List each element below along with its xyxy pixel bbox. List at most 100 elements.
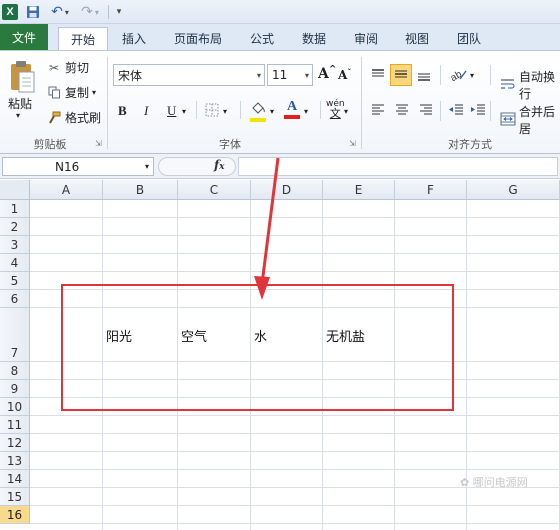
cell-d7[interactable]: 水 bbox=[254, 326, 267, 345]
merge-center-label: 合并后居 bbox=[519, 105, 556, 136]
font-size-select[interactable]: 11 ▾ bbox=[267, 64, 313, 86]
formula-input[interactable] bbox=[238, 157, 558, 176]
row-header-4[interactable]: 4 bbox=[0, 254, 30, 272]
undo-icon[interactable]: ↶ ▾ bbox=[48, 3, 72, 21]
decrease-indent-button[interactable] bbox=[448, 103, 464, 120]
column-header-c[interactable]: C bbox=[178, 180, 251, 200]
tab-formulas[interactable]: 公式 bbox=[242, 26, 282, 50]
row-header-7[interactable]: 7 bbox=[0, 308, 30, 362]
align-right-button[interactable] bbox=[418, 103, 434, 120]
row-header-13[interactable]: 13 bbox=[0, 452, 30, 470]
row-header-3[interactable]: 3 bbox=[0, 236, 30, 254]
row-header-5[interactable]: 5 bbox=[0, 272, 30, 290]
column-header-b[interactable]: B bbox=[103, 180, 178, 200]
tab-view[interactable]: 视图 bbox=[397, 26, 437, 50]
name-box-value: N16 bbox=[55, 159, 80, 174]
insert-function-icon[interactable]: fx bbox=[214, 158, 225, 172]
quick-access-toolbar: X ↶ ▾ ↷ ▾ ▾ bbox=[0, 0, 560, 24]
excel-window: X ↶ ▾ ↷ ▾ ▾ 文件 开始 插入 页面布局 公式 数据 审阅 视图 团队 粘… bbox=[0, 0, 560, 530]
phonetic-guide-button[interactable]: wén 文 bbox=[326, 99, 345, 119]
underline-dropdown-icon[interactable]: ▾ bbox=[182, 107, 186, 116]
align-top-button[interactable] bbox=[370, 68, 386, 85]
phonetic-guide-glyph: 文 bbox=[329, 107, 341, 120]
excel-app-icon[interactable]: X bbox=[2, 4, 18, 20]
font-color-swatch bbox=[284, 115, 300, 119]
clipboard-launcher-icon[interactable]: ⇲ bbox=[95, 139, 102, 148]
shrink-font-caret: ˇ bbox=[347, 66, 352, 77]
row-header-12[interactable]: 12 bbox=[0, 434, 30, 452]
row-header-9[interactable]: 9 bbox=[0, 380, 30, 398]
paste-dropdown-icon[interactable]: ▾ bbox=[16, 111, 20, 120]
chevron-down-icon: ▾ bbox=[304, 70, 309, 80]
customize-toolbar-icon[interactable]: ▾ bbox=[113, 3, 125, 21]
tab-file[interactable]: 文件 bbox=[0, 24, 48, 50]
phonetic-dropdown-icon[interactable]: ▾ bbox=[344, 107, 348, 116]
tab-team[interactable]: 团队 bbox=[449, 26, 489, 50]
paste-button[interactable]: 粘贴 bbox=[8, 95, 32, 112]
tab-data[interactable]: 数据 bbox=[294, 26, 334, 50]
shrink-font-button[interactable]: Aˇ bbox=[338, 66, 352, 83]
row-header-11[interactable]: 11 bbox=[0, 416, 30, 434]
fill-color-button[interactable] bbox=[250, 101, 266, 122]
italic-button[interactable]: I bbox=[144, 103, 148, 119]
tab-review[interactable]: 审阅 bbox=[346, 26, 386, 50]
align-bottom-button[interactable] bbox=[416, 68, 432, 85]
group-divider bbox=[440, 101, 441, 121]
row-header-6[interactable]: 6 bbox=[0, 290, 30, 308]
bold-button[interactable]: B bbox=[118, 103, 127, 119]
align-middle-button[interactable] bbox=[390, 64, 412, 86]
format-painter-label: 格式刷 bbox=[65, 111, 102, 125]
cell-e7[interactable]: 无机盐 bbox=[326, 326, 365, 345]
copy-button[interactable]: 复制 ▾ bbox=[46, 84, 96, 101]
row-header-15[interactable]: 15 bbox=[0, 488, 30, 506]
font-size-value: 11 bbox=[272, 68, 288, 82]
row-header-8[interactable]: 8 bbox=[0, 362, 30, 380]
grow-font-button[interactable]: A ^ bbox=[318, 65, 337, 82]
align-left-button[interactable] bbox=[370, 103, 386, 120]
format-painter-button[interactable]: 格式刷 bbox=[46, 109, 101, 126]
font-color-dropdown-icon[interactable]: ▾ bbox=[304, 107, 308, 116]
row-header-1[interactable]: 1 bbox=[0, 200, 30, 218]
cell-b7[interactable]: 阳光 bbox=[106, 326, 132, 345]
row-header-2[interactable]: 2 bbox=[0, 218, 30, 236]
column-header-a[interactable]: A bbox=[30, 180, 103, 200]
grow-font-caret: ^ bbox=[328, 65, 337, 75]
tab-insert[interactable]: 插入 bbox=[114, 26, 154, 50]
align-left-icon bbox=[370, 103, 386, 120]
formula-bar: N16 ▾ fx bbox=[0, 154, 560, 179]
column-header-e[interactable]: E bbox=[323, 180, 395, 200]
wrap-text-icon bbox=[500, 77, 516, 94]
orientation-button[interactable]: ab ▾ bbox=[449, 67, 475, 84]
wrap-text-button[interactable]: 自动换行 bbox=[500, 68, 560, 102]
borders-icon bbox=[205, 103, 219, 120]
copy-dropdown-icon[interactable]: ▾ bbox=[92, 88, 96, 97]
borders-button[interactable]: ▾ bbox=[205, 103, 227, 120]
increase-indent-button[interactable] bbox=[470, 103, 486, 120]
column-header-f[interactable]: F bbox=[395, 180, 467, 200]
grow-font-icon: A bbox=[318, 66, 329, 82]
font-color-button[interactable]: A bbox=[284, 99, 300, 119]
row-header-16[interactable]: 16 bbox=[0, 506, 30, 524]
font-launcher-icon[interactable]: ⇲ bbox=[349, 139, 356, 148]
paste-icon[interactable] bbox=[6, 57, 38, 97]
group-divider bbox=[490, 101, 491, 121]
fill-color-dropdown-icon[interactable]: ▾ bbox=[270, 107, 274, 116]
row-header-14[interactable]: 14 bbox=[0, 470, 30, 488]
name-box[interactable]: N16 ▾ bbox=[2, 157, 154, 176]
underline-button[interactable]: U bbox=[167, 103, 176, 119]
row-header-10[interactable]: 10 bbox=[0, 398, 30, 416]
tab-page-layout[interactable]: 页面布局 bbox=[166, 26, 230, 50]
cut-button[interactable]: ✂ 剪切 bbox=[46, 59, 89, 76]
group-divider bbox=[240, 101, 241, 119]
ribbon-home: 粘贴 ▾ ✂ 剪切 复制 ▾ 格式刷 剪贴板 ⇲ 宋体 ▾ 11 ▾ A ^ A… bbox=[0, 50, 560, 154]
cell-c7[interactable]: 空气 bbox=[181, 326, 207, 345]
save-icon[interactable] bbox=[25, 3, 41, 21]
font-name-select[interactable]: 宋体 ▾ bbox=[113, 64, 265, 86]
tab-home[interactable]: 开始 bbox=[58, 27, 108, 51]
redo-icon[interactable]: ↷ ▾ bbox=[78, 3, 102, 21]
column-header-d[interactable]: D bbox=[251, 180, 323, 200]
merge-center-button[interactable]: 合并后居 bbox=[500, 103, 560, 137]
align-center-button[interactable] bbox=[394, 103, 410, 120]
column-header-g[interactable]: G bbox=[467, 180, 560, 200]
chevron-down-icon: ▾ bbox=[470, 71, 475, 80]
